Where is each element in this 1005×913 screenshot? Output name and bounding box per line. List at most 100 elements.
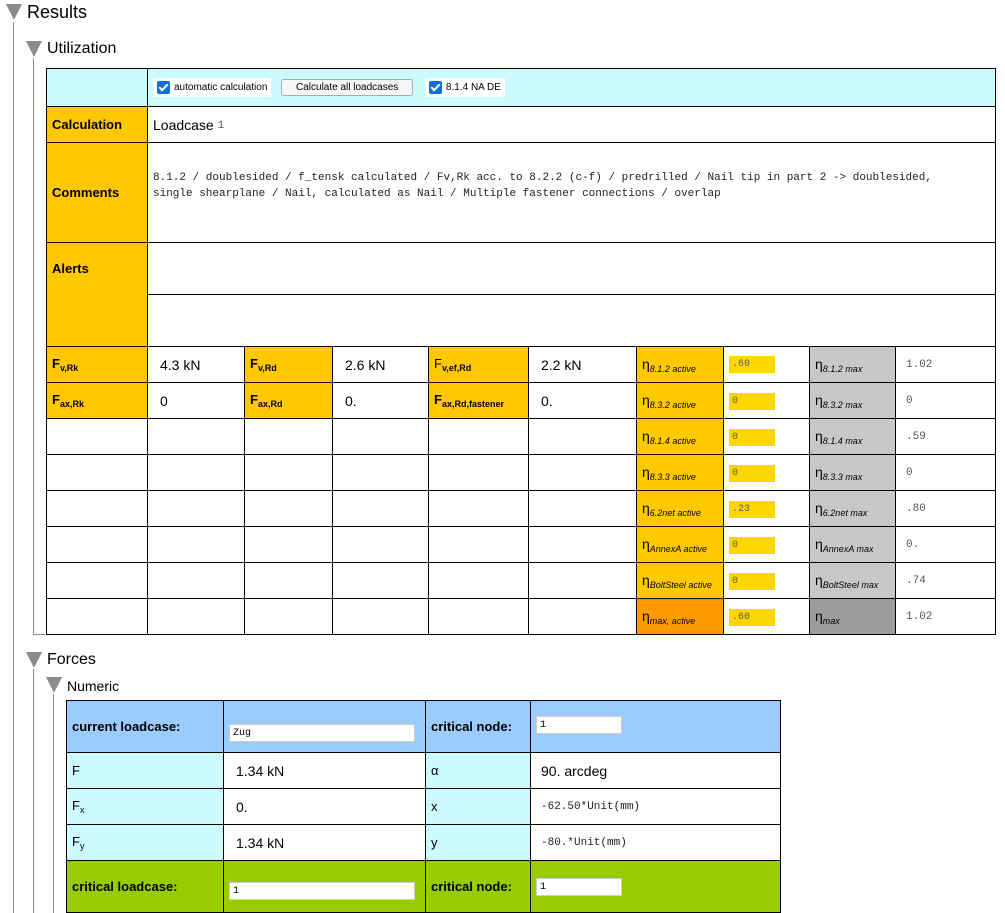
auto-calc-label: automatic calculation [174, 82, 268, 94]
comments-line-2: single shearplane / Nail, calculated as … [153, 188, 721, 200]
empty-cell [244, 526, 333, 563]
empty-cell [528, 454, 637, 491]
utilization-tree-line [33, 58, 34, 635]
forces-title: Forces [47, 651, 96, 668]
utilization-collapse-icon[interactable] [26, 41, 42, 57]
eta-active-value-3: 0 [723, 454, 810, 491]
loadcase-number: 1 [217, 119, 225, 132]
utilization-table: automatic calculation Calculate all load… [46, 68, 997, 635]
empty-cell [147, 418, 245, 455]
x-value: -62.50*Unit(mm) [530, 788, 781, 825]
utilization-title: Utilization [47, 40, 117, 57]
fv-ef-rd-label: Fv,ef,Rd [428, 346, 529, 383]
empty-cell [147, 562, 245, 599]
f-value: 1.34 kN [223, 752, 426, 789]
empty-cell [46, 526, 148, 563]
fax-rd-label: Fax,Rd [244, 382, 333, 419]
results-tree-line [13, 22, 14, 913]
eta-max-label-6: ηBoltSteel max [809, 562, 896, 599]
empty-cell [244, 454, 333, 491]
empty-cell [46, 562, 148, 599]
toolbar-corner-cell [46, 68, 148, 107]
empty-cell [244, 562, 333, 599]
eta-max-active-value: .60 [723, 598, 810, 635]
empty-cell [428, 562, 529, 599]
empty-cell [332, 598, 429, 635]
fv-rk-label: Fv,Rk [46, 346, 148, 383]
eta-active-label-5: ηAnnexA active [636, 526, 724, 563]
eta-max-label-2: η8.1.4 max [809, 418, 896, 455]
toolbar-cell: automatic calculation Calculate all load… [146, 68, 997, 107]
y-label: y [425, 824, 531, 861]
numeric-title: Numeric [67, 678, 120, 694]
checkbox-checked-icon [428, 81, 442, 94]
calculate-all-button[interactable]: Calculate all loadcases [281, 79, 414, 96]
empty-cell [46, 490, 148, 527]
alerts-row-1 [146, 242, 997, 295]
critical-loadcase-label: critical loadcase: [66, 860, 224, 913]
empty-cell [332, 490, 429, 527]
empty-cell [332, 454, 429, 491]
empty-cell [428, 598, 529, 635]
current-loadcase-label: current loadcase: [66, 700, 224, 753]
fy-label: Fy [66, 824, 224, 861]
fax-rd-fastener-value: 0. [528, 382, 637, 419]
empty-cell [244, 490, 333, 527]
eta-max-value-3: 0 [894, 454, 997, 491]
empty-cell [46, 418, 148, 455]
eta-active-label-4: η6.2net active [636, 490, 724, 527]
fax-rk-label: Fax,Rk [46, 382, 148, 419]
empty-cell [428, 526, 529, 563]
comments-value: 8.1.2 / doublesided / f_tensk calculated… [146, 142, 997, 243]
critical-node-cell-2: 1 [530, 860, 781, 913]
empty-cell [147, 526, 245, 563]
empty-cell [147, 454, 245, 491]
eta-active-value-5: 0 [723, 526, 810, 563]
fv-rd-label: Fv,Rd [244, 346, 333, 383]
eta-max-value-0: 1.02 [894, 346, 997, 383]
x-label: x [425, 788, 531, 825]
fx-value: 0. [223, 788, 426, 825]
eta-active-label-2: η8.1.4 active [636, 418, 724, 455]
comments-line-1: 8.1.2 / doublesided / f_tensk calculated… [153, 172, 932, 184]
fv-rk-value: 4.3 kN [147, 346, 245, 383]
critical-node-input-2[interactable]: 1 [536, 878, 622, 896]
critical-node-label-2: critical node: [425, 860, 531, 913]
forces-collapse-icon[interactable] [26, 652, 42, 668]
numeric-collapse-icon[interactable] [46, 677, 62, 693]
na-de-checkbox[interactable]: 8.1.4 NA DE [424, 78, 505, 97]
results-title: Results [27, 2, 88, 22]
auto-calc-checkbox[interactable]: automatic calculation [153, 78, 272, 97]
eta-max-value: 1.02 [894, 598, 997, 635]
empty-cell [147, 490, 245, 527]
eta-max-value-6: .74 [894, 562, 997, 599]
y-value: -80.*Unit(mm) [530, 824, 781, 861]
eta-active-value-1: 0 [723, 382, 810, 419]
fax-rd-value: 0. [332, 382, 429, 419]
current-loadcase-input[interactable]: Zug [229, 723, 415, 742]
eta-active-value-4: .23 [723, 490, 810, 527]
calculation-value: Loadcase 1 [146, 106, 997, 143]
eta-active-value-6: 0 [723, 562, 810, 599]
eta-max-label: ηmax [809, 598, 896, 635]
eta-max-label-5: ηAnnexA max [809, 526, 896, 563]
results-collapse-icon[interactable] [6, 4, 22, 20]
eta-max-value-5: 0. [894, 526, 997, 563]
f-label: F [66, 752, 224, 789]
empty-cell [332, 418, 429, 455]
eta-active-label-3: η8.3.3 active [636, 454, 724, 491]
forces-tree-line [33, 669, 34, 913]
empty-cell [528, 598, 637, 635]
critical-loadcase-input[interactable]: 1 [229, 881, 415, 900]
critical-loadcase-cell: 1 [223, 860, 426, 913]
critical-node-input[interactable]: 1 [536, 716, 622, 734]
eta-active-value-2: 0 [723, 418, 810, 455]
critical-node-cell: 1 [530, 700, 781, 753]
empty-cell [528, 562, 637, 599]
empty-cell [332, 526, 429, 563]
comments-label: Comments [46, 142, 148, 243]
forces-table: current loadcase: Zug critical node: 1 F… [66, 700, 781, 913]
fx-label: Fx [66, 788, 224, 825]
eta-max-label-4: η6.2net max [809, 490, 896, 527]
alpha-value: 90. arcdeg [530, 752, 781, 789]
